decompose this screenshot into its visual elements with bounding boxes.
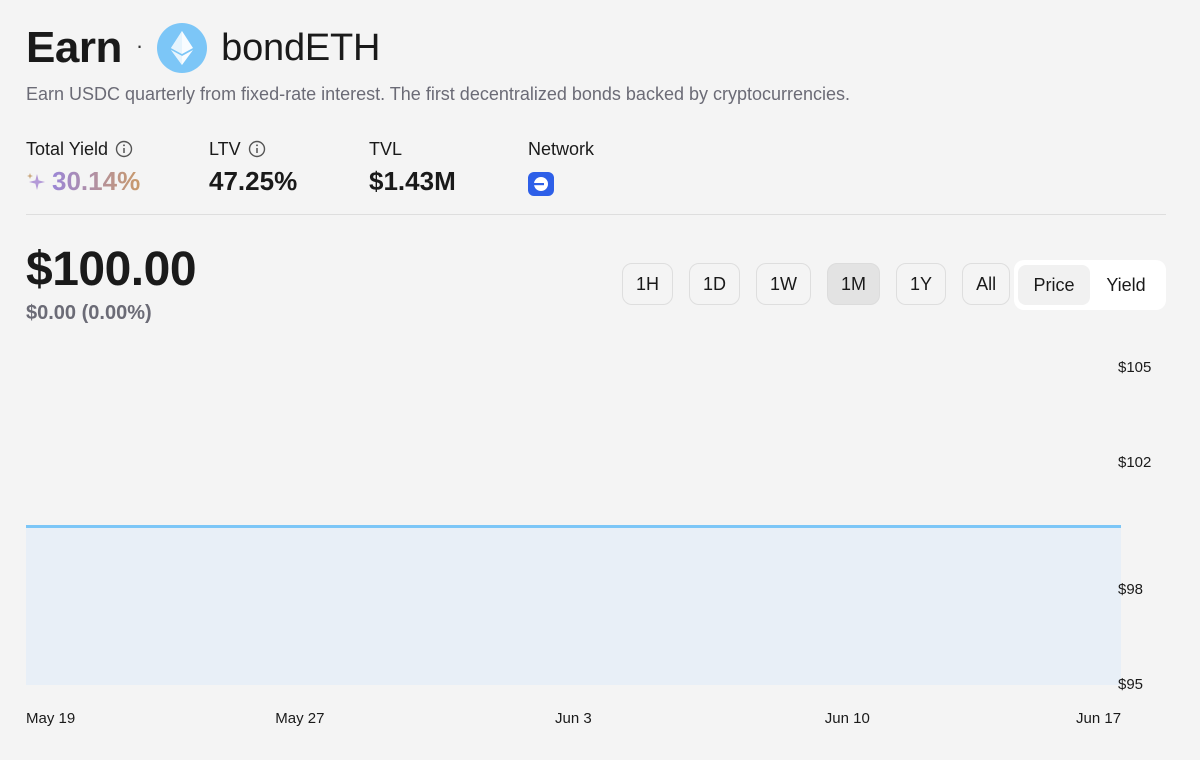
time-range-selector: 1H 1D 1W 1M 1Y All <box>622 263 1011 305</box>
page-title: Earn <box>26 23 122 72</box>
y-tick-label: $98 <box>1118 580 1144 598</box>
network-label: Network <box>528 138 595 159</box>
info-icon[interactable] <box>115 140 133 158</box>
total-yield-value-row: 30.14% <box>26 166 140 197</box>
price-yield-toggle: Price Yield <box>1014 260 1166 310</box>
x-tick-label: Jun 3 <box>555 710 592 727</box>
range-1m-button[interactable]: 1M <box>827 263 881 305</box>
page-subtitle: Earn USDC quarterly from fixed-rate inte… <box>26 84 851 104</box>
title-separator: · <box>135 33 144 58</box>
x-tick-label: May 27 <box>275 710 325 727</box>
stat-network: Network <box>528 138 594 196</box>
tvl-label: TVL <box>369 138 403 159</box>
price-chart[interactable]: $105 $102 $98 $95 May 19 May 27 Jun 3 Jun 10 Jun… <box>26 340 1196 750</box>
stat-total-yield: Total Yield 30.14% <box>26 138 140 197</box>
toggle-yield-button[interactable]: Yield <box>1090 265 1162 305</box>
total-yield-value: 30.14% <box>52 166 141 196</box>
sparkle-icon <box>27 172 45 190</box>
toggle-price-button[interactable]: Price <box>1018 265 1090 305</box>
info-icon[interactable] <box>248 140 266 158</box>
y-tick-label: $105 <box>1118 359 1152 376</box>
y-tick-label: $102 <box>1118 454 1152 472</box>
ethereum-icon <box>157 23 208 73</box>
x-tick-label: Jun 10 <box>824 710 870 727</box>
ltv-value: 47.25% <box>209 166 298 196</box>
stat-ltv: LTV 47.25% <box>209 138 297 197</box>
ltv-label-row: LTV <box>209 138 297 160</box>
total-yield-label: Total Yield <box>26 138 109 159</box>
stats-divider <box>26 214 1166 215</box>
earn-page: Earn · bondETH Earn USDC quarterly from … <box>26 0 1166 760</box>
total-yield-label-row: Total Yield <box>26 138 140 160</box>
ltv-label: LTV <box>209 138 241 159</box>
token-name: bondETH <box>221 26 381 69</box>
range-1y-button[interactable]: 1Y <box>896 263 947 305</box>
tvl-value: $1.43M <box>369 166 456 196</box>
range-1d-button[interactable]: 1D <box>689 263 741 305</box>
x-tick-label: Jun 17 <box>1076 710 1122 727</box>
page-header: Earn · bondETH <box>26 22 380 74</box>
price-area <box>26 526 1121 685</box>
range-all-button[interactable]: All <box>962 263 1011 305</box>
range-1w-button[interactable]: 1W <box>756 263 812 305</box>
price-change: $0.00 (0.00%) <box>26 302 152 324</box>
network-base-icon[interactable] <box>528 172 554 196</box>
price-chart-plot <box>26 525 1121 685</box>
y-tick-label: $95 <box>1118 676 1144 693</box>
current-price: $100.00 <box>26 243 197 296</box>
range-1h-button[interactable]: 1H <box>622 263 674 305</box>
x-tick-label: May 19 <box>26 710 76 727</box>
stat-tvl: TVL $1.43M <box>369 138 456 197</box>
